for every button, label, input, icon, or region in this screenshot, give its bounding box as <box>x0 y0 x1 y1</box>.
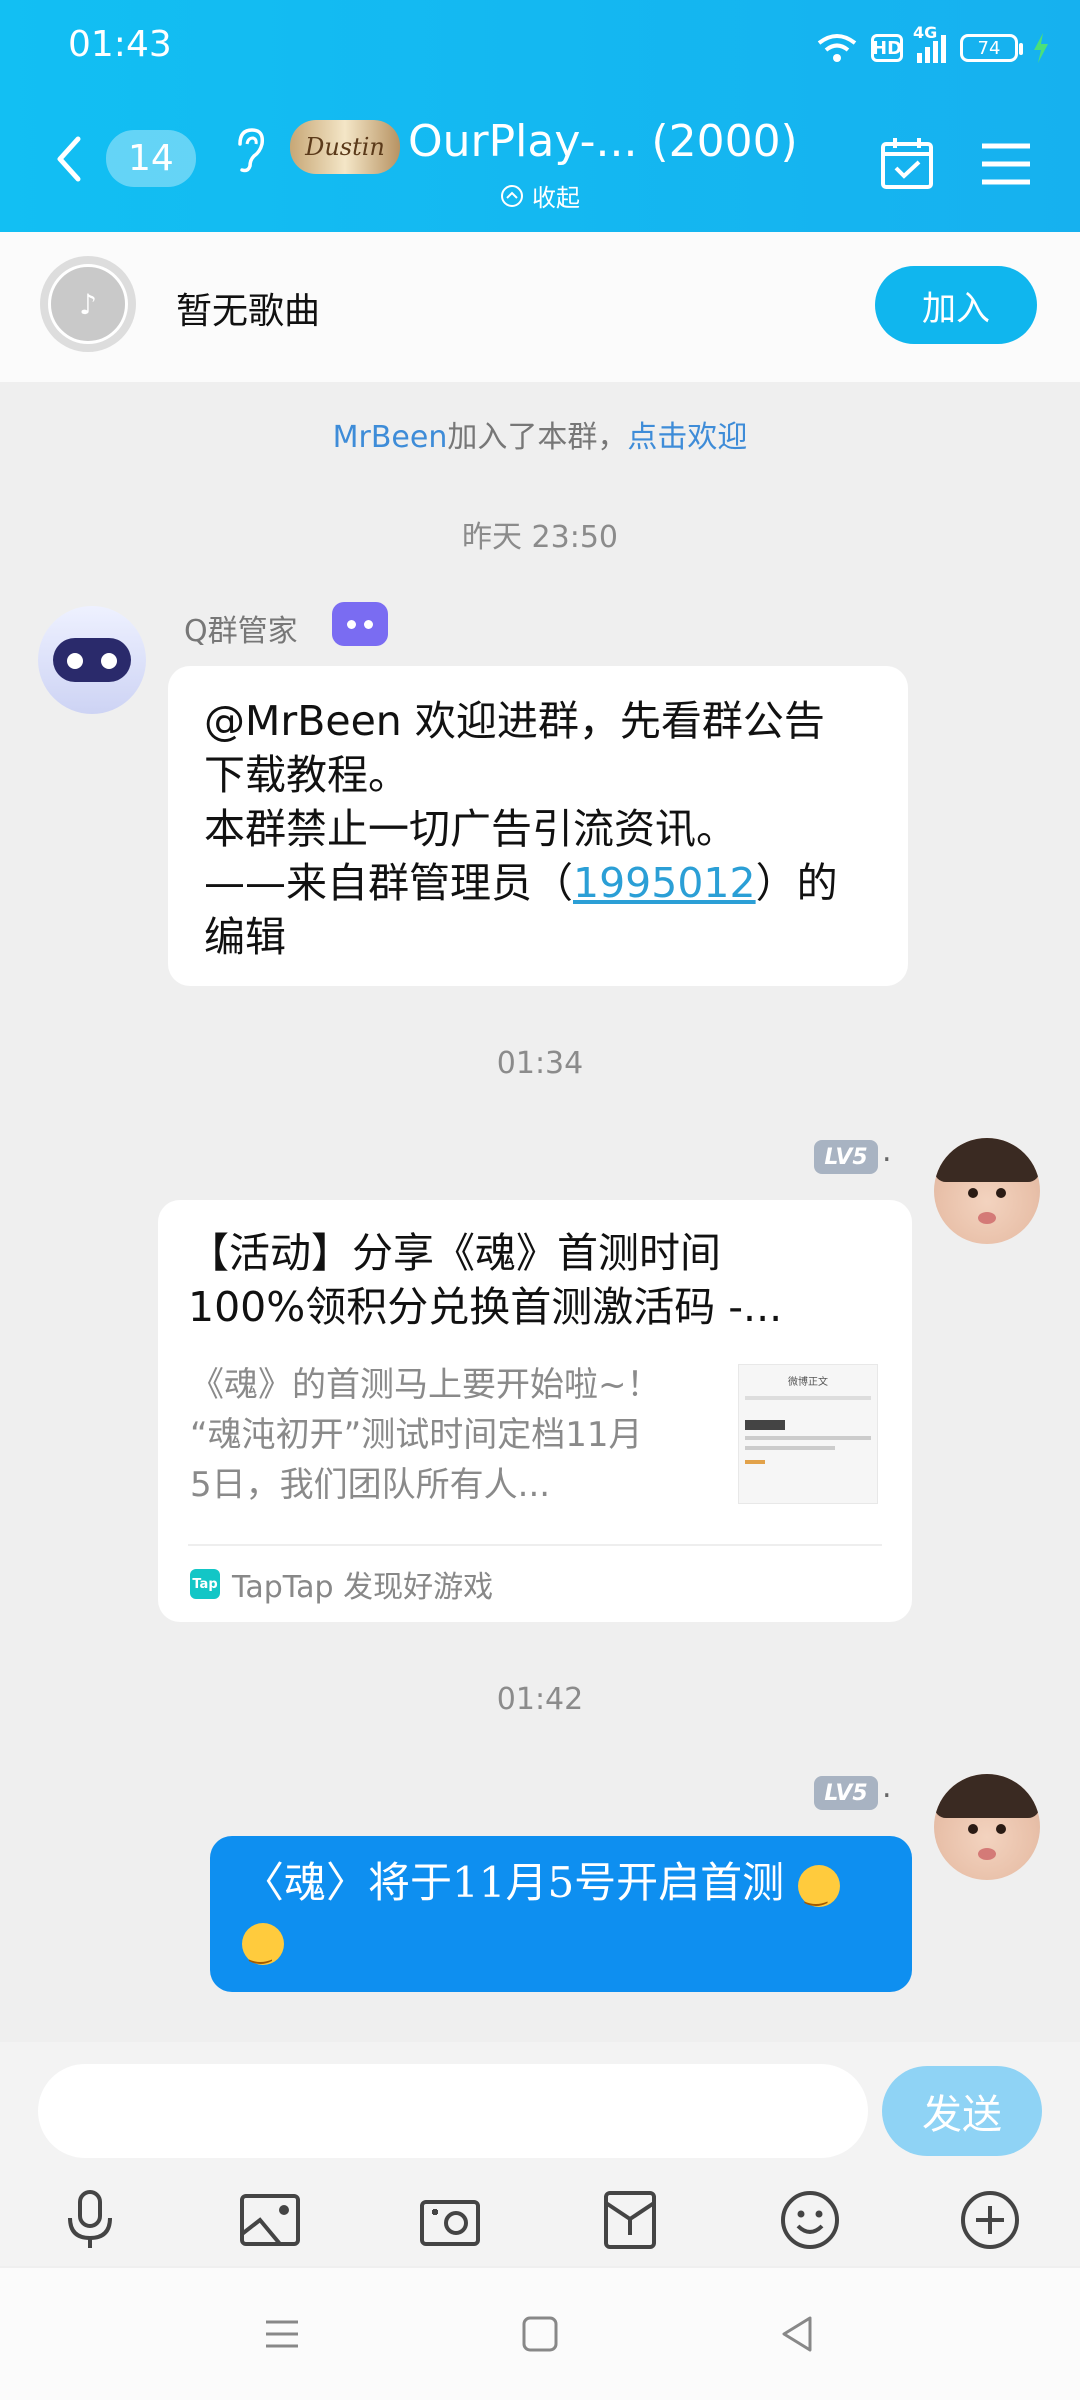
music-disc-icon[interactable]: ♪ <box>40 256 136 352</box>
back-button[interactable]: 14 <box>54 130 196 187</box>
calendar-check-icon[interactable] <box>880 136 934 190</box>
emoji-button[interactable] <box>774 2184 846 2256</box>
message-bubble[interactable]: @MrBeen 欢迎进群，先看群公告 下载教程。 本群禁止一切广告引流资讯。 —… <box>168 666 908 986</box>
square-icon <box>522 2316 558 2352</box>
message-line: 下载教程。 <box>204 751 409 799</box>
status-icons: HD 4G 74 <box>817 23 1050 70</box>
charging-icon <box>1034 33 1048 63</box>
home-button[interactable] <box>516 2310 564 2358</box>
time-separator: 01:42 <box>496 1682 584 1717</box>
unread-count: 14 <box>106 130 196 187</box>
message-line: 本群禁止一切广告引流资讯。 <box>204 805 737 853</box>
red-packet-button[interactable] <box>594 2184 666 2256</box>
battery-icon: 74 <box>960 34 1023 62</box>
notice-text: 加入了本群， <box>447 420 628 455</box>
divider <box>188 1544 882 1546</box>
triangle-back-icon <box>782 2316 812 2352</box>
camera-icon <box>420 2200 480 2246</box>
card-thumbnail: 微博正文 <box>738 1364 878 1504</box>
share-card[interactable]: 【活动】分享《魂》首测时间 100%领积分兑换首测激活码 -... 《魂》的首测… <box>158 1200 912 1622</box>
sender-name: . <box>882 1770 892 1805</box>
network-label: 4G <box>913 23 938 42</box>
chevron-up-circle-icon <box>501 184 523 207</box>
microphone-icon <box>68 2190 112 2248</box>
menu-icon[interactable] <box>980 142 1032 186</box>
thumb-title: 微博正文 <box>788 1377 828 1388</box>
hd-icon: HD <box>871 34 903 62</box>
battery-level: 74 <box>977 37 1001 59</box>
group-logo: Dustin <box>290 120 400 174</box>
smile-icon <box>781 2191 839 2249</box>
card-source: Tap TapTap 发现好游戏 <box>190 1562 493 1606</box>
message-line: ——来自群管理员（1995012）的 <box>204 859 838 907</box>
status-time: 01:43 <box>68 24 172 65</box>
camera-button[interactable] <box>414 2184 486 2256</box>
bot-avatar[interactable] <box>38 606 146 714</box>
message-line: @MrBeen 欢迎进群，先看群公告 <box>204 697 825 745</box>
message-input[interactable] <box>38 2064 868 2158</box>
level-badge: LV5 <box>814 1776 878 1810</box>
collapse-button[interactable]: 收起 <box>500 178 580 213</box>
source-label: TapTap 发现好游戏 <box>232 1570 494 1605</box>
smile-emoji-icon <box>797 1863 840 1921</box>
message-text: 〈魂〉将于11月5号开启首测 <box>242 1858 785 1907</box>
wifi-icon <box>817 34 857 62</box>
plus-circle-icon <box>961 2191 1019 2249</box>
join-notice: MrBeen加入了本群，点击欢迎 <box>0 412 1080 456</box>
sender-name: . <box>882 1134 892 1169</box>
voice-button[interactable] <box>54 2184 126 2256</box>
chevron-left-icon <box>57 136 81 181</box>
message-bubble[interactable]: 〈魂〉将于11月5号开启首测 <box>210 1836 912 1992</box>
user-avatar[interactable] <box>934 1774 1040 1880</box>
admin-id-link[interactable]: 1995012 <box>573 859 756 907</box>
group-title[interactable]: OurPlay-... (2000) <box>408 116 798 167</box>
image-icon <box>240 2194 300 2246</box>
join-button[interactable]: 加入 <box>875 266 1037 344</box>
welcome-link[interactable]: 点击欢迎 <box>627 420 747 455</box>
time-separator: 01:34 <box>496 1046 584 1081</box>
user-avatar[interactable] <box>934 1138 1040 1244</box>
back-nav-button[interactable] <box>774 2310 822 2358</box>
gallery-button[interactable] <box>234 2184 306 2256</box>
recents-button[interactable] <box>258 2310 306 2358</box>
ear-icon[interactable] <box>232 126 268 174</box>
menu-lines-icon <box>266 2320 298 2348</box>
level-badge: LV5 <box>814 1140 878 1174</box>
collapse-label: 收起 <box>532 184 580 212</box>
time-separator: 昨天 23:50 <box>462 520 618 555</box>
signal-icon: 4G <box>913 23 946 63</box>
sender-name: Q群管家 <box>184 614 298 649</box>
card-description: 《魂》的首测马上要开始啦~！ “魂沌初开”测试时间定档11月 5日，我们团队所有… <box>190 1365 661 1505</box>
send-button[interactable]: 发送 <box>882 2066 1042 2156</box>
red-packet-icon <box>604 2191 656 2249</box>
robot-icon <box>332 602 388 646</box>
music-label: 暂无歌曲 <box>176 291 321 332</box>
notice-user[interactable]: MrBeen <box>333 420 448 455</box>
card-title: 【活动】分享《魂》首测时间 100%领积分兑换首测激活码 -... <box>188 1229 783 1331</box>
more-button[interactable] <box>954 2184 1026 2256</box>
smile-emoji-icon <box>242 1921 284 1979</box>
message-line: 编辑 <box>204 913 286 961</box>
taptap-icon: Tap <box>190 1569 220 1599</box>
